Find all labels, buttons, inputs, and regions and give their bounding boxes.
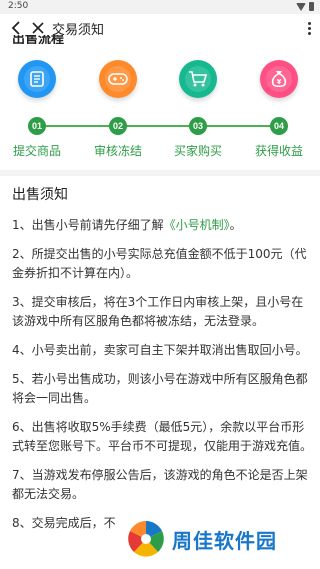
step-2-icon-circle bbox=[99, 60, 137, 98]
close-icon bbox=[32, 22, 44, 34]
status-time: 2:50 bbox=[8, 1, 29, 11]
document-icon bbox=[30, 71, 44, 87]
step-progress-line bbox=[37, 125, 281, 127]
battery-icon bbox=[309, 2, 314, 11]
status-bar: 2:50 bbox=[0, 0, 320, 14]
notice-item: 2、所提交出售的小号实际总充值金额不低于100元（代金券折扣不计算在内）。 bbox=[12, 247, 307, 280]
step-4-icon-circle: ¥ bbox=[260, 60, 298, 98]
gamepad-icon bbox=[108, 73, 128, 85]
section-heading-peek: 出售流程 bbox=[12, 35, 65, 44]
step-4-label: 获得收益 bbox=[254, 144, 303, 158]
more-dot-icon bbox=[307, 21, 311, 25]
step-1-label: 提交商品 bbox=[12, 144, 61, 158]
pinwheel-logo-icon bbox=[126, 519, 166, 559]
sale-notice: 出售须知 1、出售小号前请先仔细了解《小号机制》。 2、所提交出售的小号实际总充… bbox=[12, 184, 312, 543]
watermark: 周佳软件园 bbox=[126, 517, 312, 561]
step-3-number: 03 bbox=[189, 117, 207, 135]
svg-text:¥: ¥ bbox=[277, 78, 282, 86]
notice-item: 4、小号卖出前，卖家可自主下架并取消出售取回小号。 bbox=[12, 343, 308, 357]
step-1-icon-circle bbox=[18, 60, 56, 98]
notice-item-text: 。 bbox=[229, 218, 242, 232]
watermark-text: 周佳软件园 bbox=[172, 528, 277, 553]
notice-item: 7、当游戏发布停服公告后，该游戏的角色不论是否上架都无法交易。 bbox=[12, 468, 308, 501]
more-options-button[interactable] bbox=[302, 18, 316, 38]
money-bag-icon: ¥ bbox=[271, 71, 287, 88]
step-1-number: 01 bbox=[28, 117, 46, 135]
back-arrow-icon bbox=[11, 21, 20, 35]
notice-item: 1、出售小号前请先仔细了解《小号机制》。 bbox=[12, 216, 312, 235]
step-2-label: 审核冻结 bbox=[93, 144, 142, 158]
notice-item: 6、出售将收取5%手续费（最低5元），余款以平台币形式转至您账号下。平台币不可提… bbox=[12, 420, 313, 453]
more-dot-icon bbox=[307, 26, 311, 30]
section-divider bbox=[0, 170, 320, 176]
step-3-label: 买家购买 bbox=[173, 144, 222, 158]
notice-item-text: 1、出售小号前请先仔细了解 bbox=[12, 218, 164, 232]
account-mechanism-link[interactable]: 《小号机制》 bbox=[164, 218, 230, 232]
step-4-number: 04 bbox=[270, 117, 288, 135]
wifi-icon bbox=[296, 2, 306, 11]
sale-process-steps: ¥ 01 02 03 04 提交商品 审核冻结 买家购买 获得收益 bbox=[0, 60, 320, 160]
step-2-number: 02 bbox=[109, 117, 127, 135]
status-icons bbox=[296, 2, 314, 11]
notice-item: 3、提交审核后，将在3个工作日内审核上架，且小号在该游戏中所有区服角色都将被冻结… bbox=[12, 295, 304, 328]
cart-icon bbox=[189, 71, 208, 87]
notice-item: 5、若小号出售成功，则该小号在游戏中所有区服角色都将会一同出售。 bbox=[12, 372, 308, 405]
step-3-icon-circle bbox=[179, 60, 217, 98]
notice-title: 出售须知 bbox=[12, 187, 68, 203]
more-dot-icon bbox=[307, 31, 311, 35]
